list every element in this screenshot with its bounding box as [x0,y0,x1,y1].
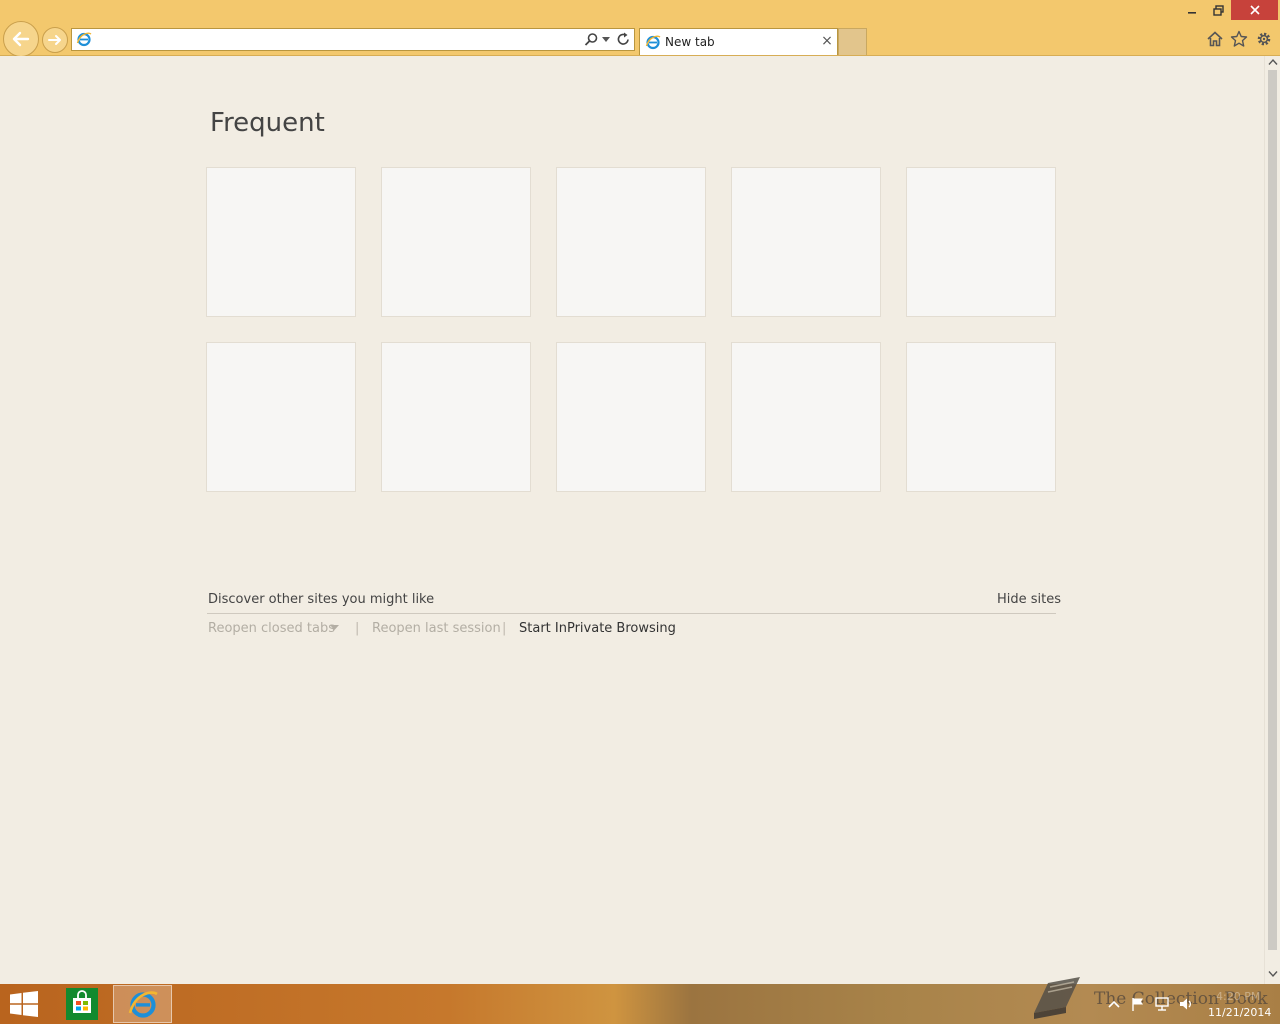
minimize-icon [1187,12,1196,14]
close-icon [1249,5,1260,15]
frequent-site-tile[interactable] [556,342,706,492]
tab-close-button[interactable]: × [820,34,834,48]
restore-icon [1212,4,1224,16]
home-icon[interactable] [1206,30,1224,48]
arrow-left-icon [12,31,30,47]
address-bar[interactable] [71,28,635,51]
store-icon[interactable] [66,988,98,1020]
address-input[interactable] [96,30,576,49]
back-button[interactable] [3,21,39,57]
taskbar [0,984,1280,1024]
chevron-down-icon[interactable] [602,37,610,43]
reopen-last-session-link[interactable]: Reopen last session [372,621,501,636]
arrow-right-icon [48,35,61,45]
book-icon [1034,977,1080,1019]
browser-titlebar: New tab × [0,0,1280,57]
frequent-site-tile[interactable] [731,167,881,317]
tab-label: New tab [665,35,715,49]
taskbar-ie-button[interactable] [113,985,172,1023]
separator: | [502,621,507,636]
scroll-thumb[interactable] [1268,70,1277,950]
separator: | [355,621,360,636]
divider [207,613,1056,614]
section-title-frequent: Frequent [210,108,325,138]
reopen-closed-tabs-link[interactable]: Reopen closed tabs [208,621,335,636]
ie-icon [128,991,158,1018]
frequent-site-tile[interactable] [731,342,881,492]
close-button[interactable] [1231,0,1278,20]
discover-sites-link[interactable]: Discover other sites you might like [208,592,434,607]
vertical-scrollbar[interactable] [1264,56,1280,984]
frequent-site-tile[interactable] [556,167,706,317]
frequent-site-tile[interactable] [381,167,531,317]
new-tab-button[interactable] [838,28,867,55]
clock-date[interactable]: 11/21/2014 [1208,1006,1271,1019]
flag-icon[interactable] [1130,996,1146,1012]
scroll-up-icon[interactable] [1268,58,1278,66]
frequent-site-tile[interactable] [206,167,356,317]
tab-new-tab[interactable]: New tab × [639,28,838,55]
frequent-site-tile[interactable] [206,342,356,492]
refresh-icon[interactable] [616,31,631,47]
start-inprivate-link[interactable]: Start InPrivate Browsing [519,621,676,636]
scroll-down-icon[interactable] [1268,970,1278,978]
new-tab-page: Frequent Discover other sites you might … [0,56,1264,984]
volume-icon[interactable] [1178,996,1194,1012]
clock-time[interactable]: 4:20 PM [1216,990,1260,1003]
ie-icon [645,35,661,50]
network-icon[interactable] [1154,996,1170,1012]
chevron-up-icon[interactable] [1106,996,1122,1012]
frequent-site-tile[interactable] [906,342,1056,492]
star-icon[interactable] [1230,30,1248,48]
forward-button[interactable] [42,27,68,53]
hide-sites-link[interactable]: Hide sites [997,592,1061,607]
gear-icon[interactable] [1255,30,1273,48]
windows-logo-icon[interactable] [9,991,39,1017]
minimize-button[interactable] [1178,0,1205,20]
frequent-site-tile[interactable] [906,167,1056,317]
search-icon[interactable] [584,32,599,47]
ie-icon [76,32,92,47]
restore-button[interactable] [1205,0,1231,20]
frequent-site-tile[interactable] [381,342,531,492]
chevron-down-icon[interactable] [330,625,339,631]
